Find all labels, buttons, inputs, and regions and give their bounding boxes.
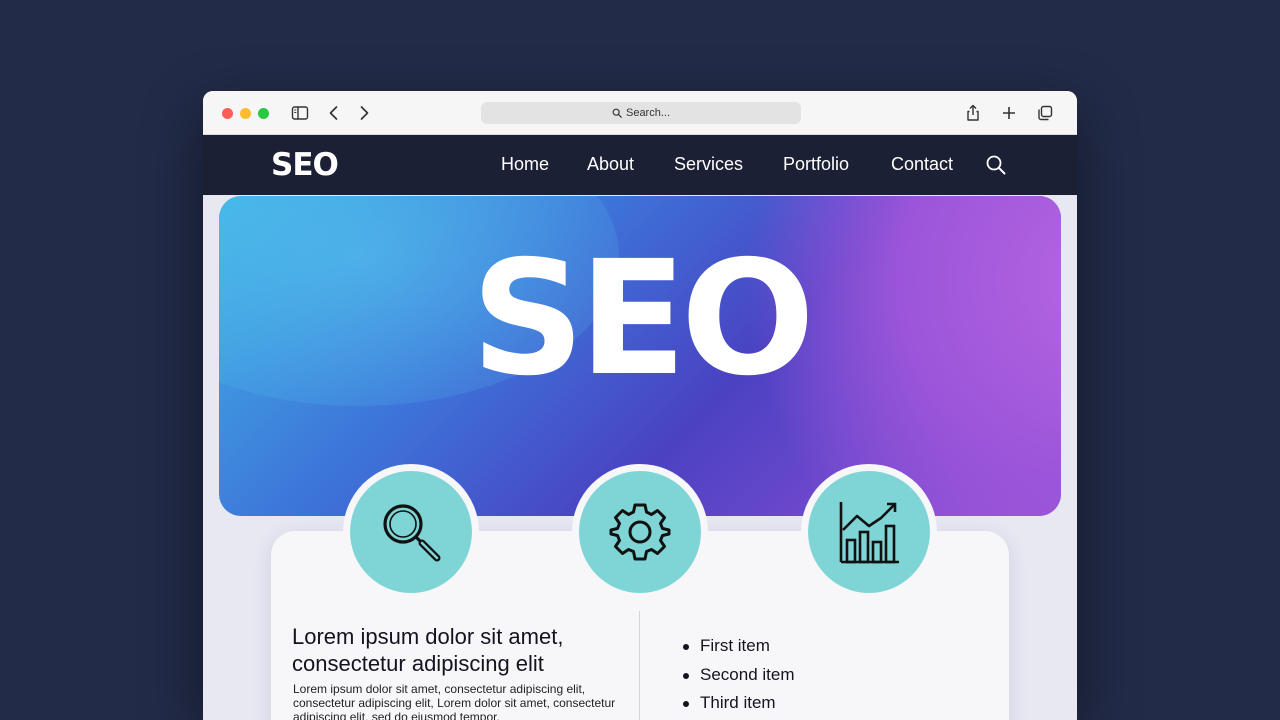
card-divider <box>639 611 640 720</box>
site-navbar: SEO Home About Services Portfolio Contac… <box>203 135 1077 195</box>
tabs-overview-icon[interactable] <box>1035 103 1055 123</box>
content-body: Lorem ipsum dolor sit amet, consectetur … <box>293 682 616 720</box>
list-item: First item <box>681 632 795 661</box>
address-bar-text: Search... <box>625 107 671 119</box>
content-heading: Lorem ipsum dolor sit amet, consectetur … <box>292 624 564 676</box>
list-item: Third item <box>681 689 795 718</box>
search-icon <box>612 108 622 118</box>
close-window-button[interactable] <box>222 108 233 119</box>
new-tab-icon[interactable] <box>999 103 1019 123</box>
gear-icon <box>609 503 671 561</box>
forward-icon[interactable] <box>354 103 374 123</box>
share-icon[interactable] <box>963 103 983 123</box>
nav-link-services[interactable]: Services <box>674 154 743 175</box>
sidebar-icon[interactable] <box>290 103 310 123</box>
feature-settings[interactable] <box>572 464 708 600</box>
list-item: Second item <box>681 661 795 690</box>
magnifier-icon <box>383 504 441 562</box>
nav-link-home[interactable]: Home <box>501 154 549 175</box>
maximize-window-button[interactable] <box>258 108 269 119</box>
feature-search[interactable] <box>343 464 479 600</box>
browser-window: Search... SEO Home About Services Portfo… <box>203 91 1077 720</box>
content-list: First item Second item Third item <box>681 632 795 718</box>
nav-link-portfolio[interactable]: Portfolio <box>783 154 849 175</box>
address-bar[interactable]: Search... <box>481 102 801 124</box>
nav-link-contact[interactable]: Contact <box>891 154 953 175</box>
search-icon[interactable] <box>985 154 1007 176</box>
hero-title: SEO <box>470 227 815 411</box>
growth-chart-icon <box>839 502 899 564</box>
minimize-window-button[interactable] <box>240 108 251 119</box>
nav-link-about[interactable]: About <box>587 154 634 175</box>
back-icon[interactable] <box>324 103 344 123</box>
site-logo[interactable]: SEO <box>271 147 339 183</box>
feature-analytics[interactable] <box>801 464 937 600</box>
browser-toolbar: Search... <box>203 91 1077 135</box>
